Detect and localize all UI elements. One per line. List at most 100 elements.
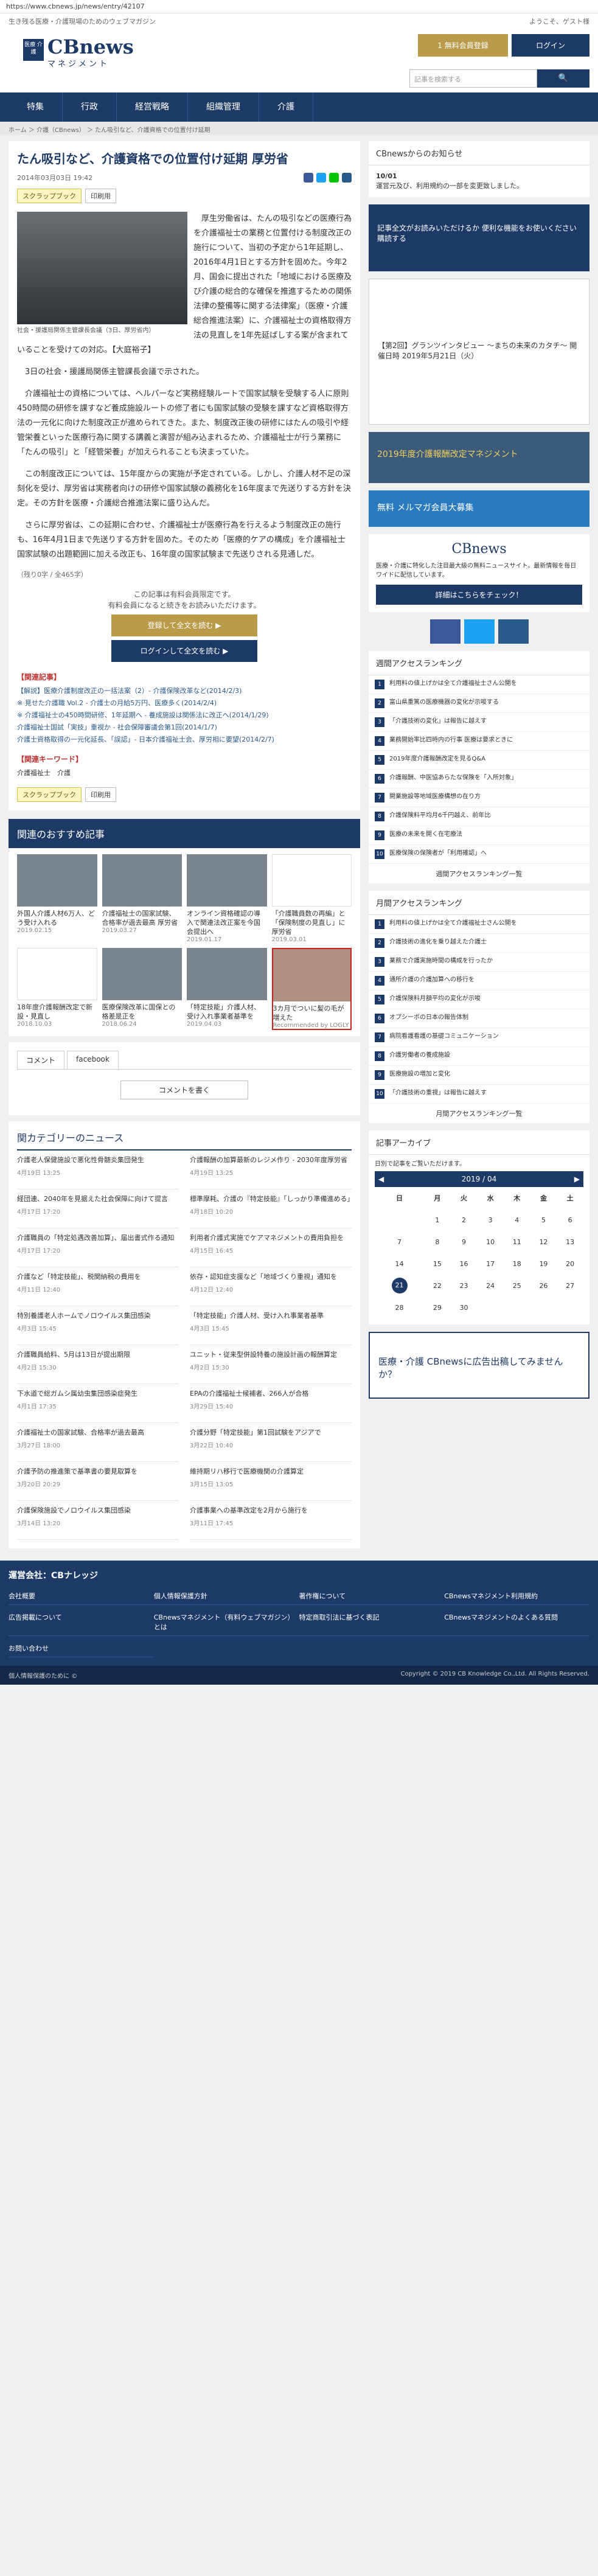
footer-link[interactable]: 会社概要 [9,1587,154,1605]
hatena-icon[interactable] [498,619,529,644]
news-item[interactable]: 下水道で総ガムシ属幼虫集団感染症発生 4月1日 17:35 [17,1384,179,1423]
footer-link[interactable]: 個人情報保護方針 [153,1587,299,1605]
news-item[interactable]: 経団連、2040年を見据えた社会保障に向けて提言 4月17日 17:20 [17,1189,179,1228]
next-month-icon[interactable]: ▶ [574,1175,580,1183]
facebook-icon[interactable] [304,173,313,183]
news-item[interactable]: 介護など「特定技能」、税関納税の費用を 4月11日 12:40 [17,1267,179,1306]
scrapbook-button[interactable]: スクラップブック [17,189,82,203]
news-item[interactable]: 特別養護老人ホームでノロウイルス集団感染 4月3日 15:45 [17,1306,179,1345]
news-item[interactable]: 介護老人保健施設で悪化性骨髄炎集団発生 4月19日 13:25 [17,1150,179,1189]
ranking-item[interactable]: 3 「介護技術の変化」は報告に越えす [369,713,589,732]
sponsored-item[interactable]: 3カ月でついに髪の毛が増えた Recommended by LOGLY [271,948,352,1030]
ranking-item[interactable]: 7 病院看護看護の基礎コミュニケーション [369,1028,589,1047]
calendar-day[interactable]: 6 [557,1209,583,1231]
ranking-item[interactable]: 2 富山県重篤の医療機器の変化が示唆する [369,694,589,713]
site-logo[interactable]: 医療 介護 CBnews マネジメント [23,35,139,69]
calendar-day[interactable]: 10 [477,1231,504,1253]
mailmag-banner[interactable]: 無料 メルマガ会員大募集 [369,490,589,527]
ranking-item[interactable]: 8 介護労働者の養成施設 [369,1047,589,1066]
nav-kaigo[interactable]: 介護 [259,92,313,122]
recommend-item[interactable]: 「介護職員数の再編」と「保険制度の見直し」に厚労省 2019.03.01 [271,854,352,943]
ranking-item[interactable]: 2 介護技術の進化を乗り越えた介護士 [369,934,589,953]
line-icon[interactable] [329,173,339,183]
calendar-day[interactable]: 15 [424,1253,451,1275]
kaitei-banner[interactable]: 2019年度介護報酬改定マネジメント [369,432,589,483]
nav-gyosei[interactable]: 行政 [63,92,117,122]
cbnews-detail-button[interactable]: 詳細はこちらをチェック！ [376,585,582,605]
tab-facebook[interactable]: facebook [67,1051,119,1069]
news-item[interactable]: ユニット・従来型併設特養の施設計画の報酬算定 4月2日 15:30 [190,1345,352,1384]
related-link[interactable]: 介護士資格取得の一元化延長、「誤認」- 日本介護福祉士会、厚労相に要望(2014… [17,734,352,745]
calendar-day[interactable]: 1 [424,1209,451,1231]
footer-link[interactable]: 広告掲載について [9,1609,154,1636]
footer-link[interactable]: 特定商取引法に基づく表記 [299,1609,445,1636]
facebook-icon[interactable] [429,619,461,644]
ranking-item[interactable]: 5 介護保険料月額平均の変化が示唆 [369,990,589,1009]
footer-link[interactable]: お問い合わせ [9,1640,154,1657]
recommend-item[interactable]: 介護福祉士の国家試験、合格率が過去最高 厚労省 2019.03.27 [102,854,182,943]
calendar-day[interactable]: 21 [375,1275,424,1297]
news-item[interactable]: 介護職員の「特定処遇改善加算」、届出書式作る通知 4月17日 17:20 [17,1228,179,1267]
recommend-item[interactable]: 外国人介護人材6万人、どう受け入れる 2019.02.15 [17,854,97,943]
calendar-day[interactable]: 17 [477,1253,504,1275]
news-item[interactable]: 維持期リハ移行で医療機関の介護算定 3月15日 13:05 [190,1462,352,1501]
news-item[interactable]: 介護予防の推進策で基準書の要見取算を 3月20日 20:29 [17,1462,179,1501]
print-button[interactable]: 印刷用 [85,189,116,203]
ad-banner[interactable]: 医療・介護 CBnewsに広告出稿してみませんか？ [369,1332,589,1399]
hatena-icon[interactable] [342,173,352,183]
calendar-day[interactable]: 12 [530,1231,557,1253]
news-item[interactable]: 介護職員給料、5月は13日が提出期限 4月2日 15:30 [17,1345,179,1384]
recommend-item[interactable]: 18年度介護報酬改定で新設・見直し 2018.10.03 [17,948,97,1030]
twitter-icon[interactable] [464,619,495,644]
calendar-day[interactable]: 7 [375,1231,424,1253]
search-input[interactable]: 記事を検索する [409,69,537,88]
ranking-item[interactable]: 10 「介護技術の重視」は報告に越えす [369,1085,589,1104]
related-link[interactable]: 介護福祉士国試「実技」重視か - 社会保障審議会第1回(2014/1/7) [17,722,352,733]
footer-link[interactable]: CBnewsマネジメントのよくある質問 [444,1609,589,1636]
tab-comments[interactable]: コメント [17,1051,65,1069]
ranking-item[interactable]: 6 オプシーボの日本の報告体制 [369,1009,589,1028]
calendar-day[interactable]: 8 [424,1231,451,1253]
nav-keiei[interactable]: 経営戦略 [117,92,188,122]
ranking-item[interactable]: 9 医療施設の増加と変化 [369,1066,589,1085]
interview-banner[interactable]: 【第2回】グランツインタビュー ～まちの未来のカタチ～ 開催日時 2019年5月… [369,279,589,425]
calendar-day[interactable]: 5 [530,1209,557,1231]
news-item[interactable]: 依存・認知症支援など「地域づくり重視」通知を 4月12日 12:40 [190,1267,352,1306]
calendar-day[interactable]: 2 [451,1209,478,1231]
calendar-day[interactable]: 14 [375,1253,424,1275]
recommend-item[interactable]: 「特定技能」介護人材、受け入れ事業者基準を 2019.04.03 [187,948,267,1030]
news-item[interactable]: 「特定技能」介護人材、受け入れ事業者基準 4月3日 15:45 [190,1306,352,1345]
calendar-day[interactable]: 22 [424,1275,451,1297]
info-text[interactable]: 運営元及び、利用規約の一部を変更致しました。 [376,182,523,190]
ranking-item[interactable]: 1 利用料の値上げかは全て介護福祉士さん公開を [369,675,589,694]
related-link[interactable]: ※ 見せた介護職 Vol.2 - 介護士の月給5万円、医療多く(2014/2/4… [17,698,352,709]
login-read-button[interactable]: ログインして全文を読む ▶ [111,640,257,662]
news-item[interactable]: 利用者介護式実施でケアマネジメントの費用負担を 4月15日 16:45 [190,1228,352,1267]
related-link[interactable]: 【解説】医療介護制度改正の一括法案（2）- 介護保険改革など(2014/2/3) [17,686,352,697]
register-button[interactable]: 1 無料会員登録 [418,34,508,57]
ranking-item[interactable]: 9 医療の未来を開く在宅療法 [369,826,589,845]
related-link[interactable]: ※ 介護福祉士の450時間研修、1年延期へ - 養成施設は関係法に改正へ(201… [17,710,352,721]
footer-link[interactable]: 著作権について [299,1587,445,1605]
ranking-item[interactable]: 7 開業施設等地域医療構想の在り方 [369,788,589,807]
calendar-day[interactable]: 16 [451,1253,478,1275]
calendar-day[interactable]: 18 [504,1253,530,1275]
calendar-day[interactable]: 13 [557,1231,583,1253]
prev-month-icon[interactable]: ◀ [378,1175,384,1183]
recommend-item[interactable]: 医療保険改革に国保との格差是正を 2018.06.24 [102,948,182,1030]
scrapbook-button[interactable]: スクラップブック [17,787,82,802]
calendar-day[interactable]: 30 [451,1297,478,1318]
news-item[interactable]: 介護保険施設でノロウイルス集団感染 3月14日 13:20 [17,1501,179,1540]
nav-soshiki[interactable]: 組織管理 [188,92,259,122]
login-button[interactable]: ログイン [512,34,589,57]
calendar-day[interactable]: 27 [557,1275,583,1297]
recommend-item[interactable]: オンライン資格確認の導入で関連法改正案を今国会提出へ 2019.01.17 [187,854,267,943]
nav-tokushu[interactable]: 特集 [9,92,63,122]
news-item[interactable]: 介護分野「特定技能」第1回試験をアジアで 3月22日 10:40 [190,1423,352,1462]
news-item[interactable]: 介護報酬の加算最新のレジメ作り - 2030年度厚労省 4月19日 13:25 [190,1150,352,1189]
calendar-day[interactable]: 9 [451,1231,478,1253]
ranking-item[interactable]: 5 2019年度介護報酬改定を見るQ&A [369,751,589,770]
subscribe-banner[interactable]: 記事全文がお読みいただけるか 便利な機能をお使いください 購読する [369,204,589,271]
calendar-day[interactable]: 11 [504,1231,530,1253]
write-comment-button[interactable]: コメントを書く [120,1081,248,1099]
